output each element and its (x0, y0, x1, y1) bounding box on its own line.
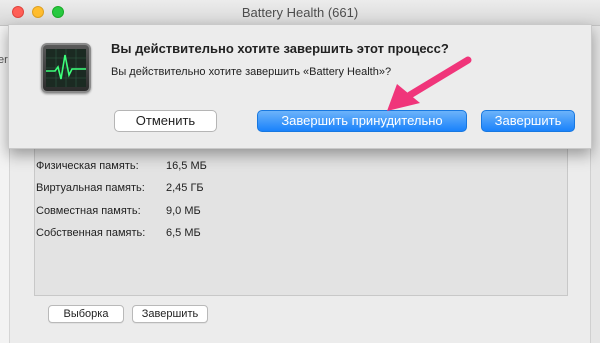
alert-message: Вы действительно хотите завершить «Batte… (111, 66, 392, 78)
activity-monitor-icon (41, 43, 91, 93)
window-title: Battery Health (661) (241, 5, 359, 20)
window-titlebar: Battery Health (661) (0, 0, 600, 26)
memory-label: Физическая память: (36, 160, 139, 172)
cancel-button[interactable]: Отменить (114, 110, 217, 132)
sample-button[interactable]: Выборка (48, 305, 124, 323)
quit-confirmation-sheet: Вы действительно хотите завершить этот п… (8, 24, 592, 149)
memory-label: Собственная память: (36, 227, 146, 239)
memory-label: Совместная память: (36, 205, 141, 217)
quit-button[interactable]: Завершить (481, 110, 575, 132)
memory-value: 9,0 МБ (166, 205, 201, 217)
alert-title: Вы действительно хотите завершить этот п… (111, 41, 449, 56)
memory-value: 16,5 МБ (166, 160, 207, 172)
memory-label: Виртуальная память: (36, 182, 145, 194)
background-list-text: er (0, 54, 8, 66)
memory-value: 2,45 ГБ (166, 182, 204, 194)
memory-value: 6,5 МБ (166, 227, 201, 239)
quit-process-button[interactable]: Завершить (132, 305, 208, 323)
force-quit-button[interactable]: Завершить принудительно (257, 110, 467, 132)
